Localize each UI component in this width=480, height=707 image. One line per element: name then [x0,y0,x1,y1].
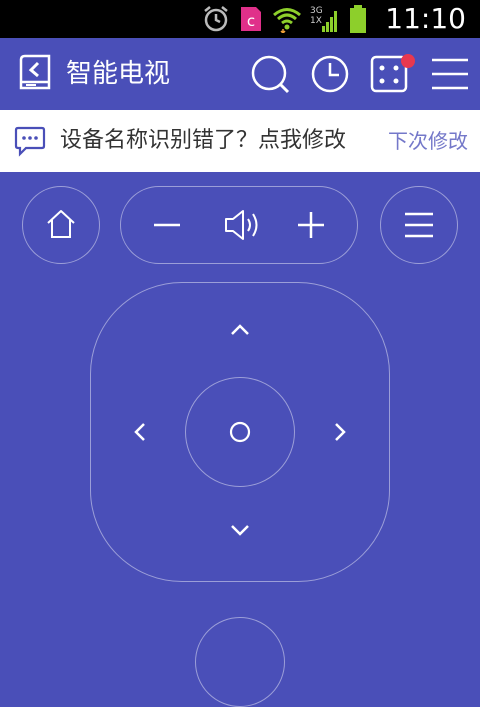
right-button[interactable] [333,421,349,443]
up-arrow-icon [229,321,251,337]
rename-notice-bar[interactable]: 设备名称识别错了？点我修改 下次修改 [0,110,480,172]
history-icon [310,54,350,94]
home-icon [45,208,77,240]
left-arrow-icon [131,421,147,443]
back-device-button[interactable] [16,54,56,94]
app-icon-letter: c [247,12,255,30]
notice-text[interactable]: 设备名称识别错了？点我修改 [60,110,346,172]
status-time: 11:10 [385,2,466,35]
remote-control-panel [0,172,480,707]
status-icons: c 3G 1X [202,4,368,34]
right-arrow-icon [333,421,349,443]
menu-icon [403,209,435,241]
3g-signal-icon: 3G 1X [310,4,340,34]
remote-menu-button[interactable] [380,186,458,264]
back-device-icon [16,54,56,94]
menu-button[interactable] [430,54,470,94]
home-button[interactable] [22,186,100,264]
history-button[interactable] [310,54,350,94]
volume-up-icon [295,209,327,241]
app-notification-icon: c [238,5,264,33]
later-link[interactable]: 下次修改 [388,110,468,172]
down-arrow-icon [229,523,251,539]
volume-down-button[interactable] [151,209,183,241]
speaker-icon [223,207,263,243]
app-title: 智能电视 [66,59,171,89]
ok-icon [228,420,252,444]
search-icon [250,54,290,94]
network-label-bottom: 1X [310,16,322,26]
network-label-top: 3G [310,6,323,16]
dpad [90,282,390,582]
ok-button[interactable] [185,377,295,487]
search-button[interactable] [250,54,290,94]
wifi-icon [272,5,302,33]
left-button[interactable] [131,421,147,443]
apps-badge [401,54,415,68]
battery-icon [348,4,368,34]
chat-bubble-icon [14,125,46,157]
menu-icon [430,54,470,94]
up-button[interactable] [229,321,251,337]
apps-button[interactable] [370,54,415,94]
app-header: 智能电视 [0,38,480,110]
volume-control [120,186,358,264]
status-bar: c 3G 1X 11:10 [0,0,480,38]
volume-up-button[interactable] [295,209,327,241]
bottom-button[interactable] [195,617,285,707]
volume-down-icon [151,209,183,241]
alarm-icon [202,5,230,33]
down-button[interactable] [229,523,251,539]
apps-icon [370,54,415,94]
